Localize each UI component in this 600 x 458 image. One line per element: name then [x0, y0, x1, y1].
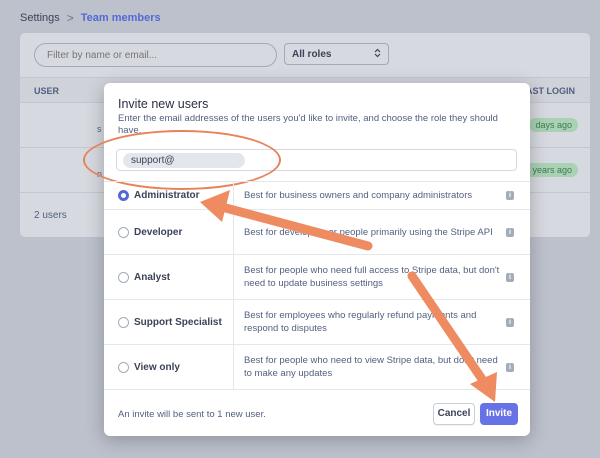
- info-icon[interactable]: i: [506, 191, 514, 200]
- breadcrumb-settings[interactable]: Settings: [20, 12, 60, 24]
- filter-input[interactable]: [34, 43, 277, 67]
- column-divider: [233, 182, 234, 209]
- row-user-fragment: s: [97, 124, 102, 134]
- role-description: Best for people who need to view Stripe …: [244, 355, 498, 379]
- roles-filter-value: All roles: [292, 48, 332, 60]
- developer-radio[interactable]: [118, 226, 129, 238]
- view-only-radio[interactable]: [118, 361, 129, 373]
- column-last-login: AST LOGIN: [526, 86, 575, 96]
- role-description: Best for developers or people primarily …: [244, 226, 493, 238]
- role-option-analyst[interactable]: Analyst Best for people who need full ac…: [104, 255, 530, 300]
- administrator-radio[interactable]: [118, 190, 129, 201]
- role-list: Administrator Best for business owners a…: [104, 181, 530, 390]
- role-description: Best for people who need full access to …: [244, 265, 500, 289]
- role-option-support-specialist[interactable]: Support Specialist Best for employees wh…: [104, 300, 530, 345]
- breadcrumb-chevron-icon: >: [66, 11, 74, 25]
- modal-title: Invite new users: [118, 97, 209, 111]
- role-name: Developer: [134, 226, 183, 238]
- column-divider: [233, 300, 234, 344]
- updown-chevron-icon: [374, 48, 381, 61]
- role-name: Support Specialist: [134, 316, 222, 328]
- info-icon[interactable]: i: [506, 272, 514, 282]
- info-icon[interactable]: i: [506, 227, 514, 237]
- invite-summary: An invite will be sent to 1 new user.: [118, 409, 266, 420]
- role-option-developer[interactable]: Developer Best for developers or people …: [104, 210, 530, 255]
- support-specialist-radio[interactable]: [118, 316, 129, 328]
- role-name: Analyst: [134, 271, 171, 283]
- modal-description: Enter the email addresses of the users y…: [118, 113, 498, 136]
- column-divider: [233, 255, 234, 299]
- breadcrumb: Settings > Team members: [20, 11, 161, 25]
- cancel-button[interactable]: Cancel: [433, 403, 475, 425]
- role-description: Best for employees who regularly refund …: [244, 310, 477, 334]
- info-icon[interactable]: i: [506, 362, 514, 372]
- user-count: 2 users: [34, 210, 67, 221]
- email-chip[interactable]: support@: [123, 153, 245, 168]
- column-divider: [233, 345, 234, 389]
- status-badge: days ago: [529, 118, 578, 132]
- email-input[interactable]: support@: [83, 130, 517, 190]
- role-option-administrator[interactable]: Administrator Best for business owners a…: [104, 182, 530, 210]
- breadcrumb-team-members[interactable]: Team members: [81, 12, 161, 24]
- column-divider: [233, 210, 234, 254]
- invite-users-modal: Invite new users Enter the email address…: [83, 83, 530, 436]
- analyst-radio[interactable]: [118, 271, 129, 283]
- column-user: USER: [34, 86, 60, 96]
- role-option-view-only[interactable]: View only Best for people who need to vi…: [104, 345, 530, 390]
- role-name: View only: [134, 361, 180, 373]
- invite-button[interactable]: Invite: [480, 403, 518, 425]
- info-icon[interactable]: i: [506, 317, 514, 327]
- role-description: Best for business owners and company adm…: [244, 190, 473, 201]
- roles-filter-select[interactable]: All roles: [284, 43, 389, 65]
- row-user-fragment: n: [97, 169, 103, 179]
- role-name: Administrator: [134, 190, 200, 201]
